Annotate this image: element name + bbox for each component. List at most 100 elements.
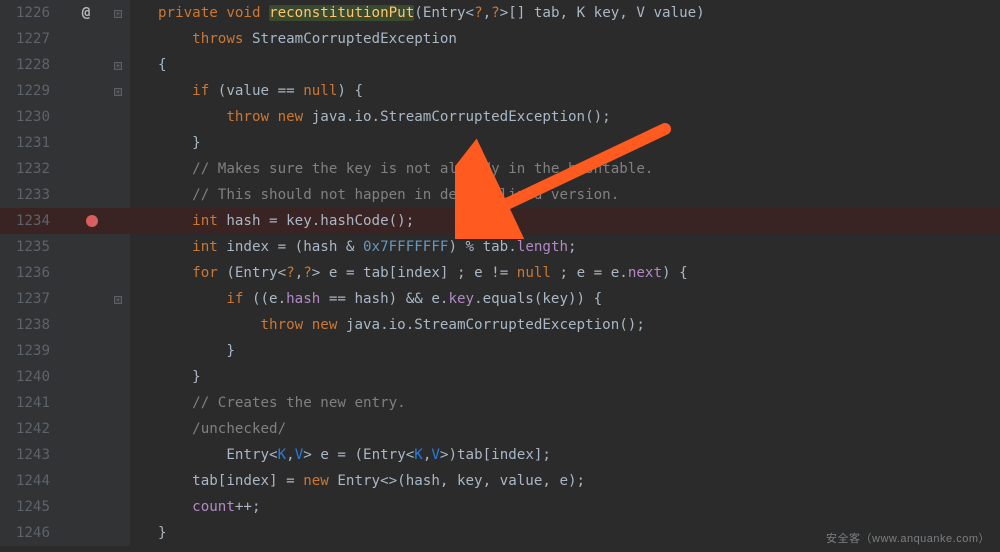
code-line[interactable]: 1231 } [0,130,1000,156]
code-content[interactable]: int hash = key.hashCode(); [130,208,1000,234]
gutter-marker-area[interactable] [60,520,112,546]
fold-gutter[interactable] [112,182,130,208]
code-content[interactable]: tab[index] = new Entry<>(hash, key, valu… [130,468,1000,494]
code-content[interactable]: { [130,52,1000,78]
gutter-marker-area[interactable]: ✓ [60,208,112,234]
token-type: V [295,447,304,463]
fold-gutter[interactable] [112,130,130,156]
code-line[interactable]: 1230 throw new java.io.StreamCorruptedEx… [0,104,1000,130]
code-line[interactable]: 1238 throw new java.io.StreamCorruptedEx… [0,312,1000,338]
code-fold-icon[interactable]: - [114,296,122,304]
code-content[interactable]: } [130,130,1000,156]
gutter-marker-area[interactable] [60,104,112,130]
token-type: V [431,447,440,463]
code-line[interactable]: 1239 } [0,338,1000,364]
gutter-marker-area[interactable] [60,494,112,520]
override-marker-icon[interactable]: @ [82,5,91,21]
fold-gutter[interactable] [112,260,130,286]
code-content[interactable]: if ((e.hash == hash) && e.key.equals(key… [130,286,1000,312]
code-content[interactable]: throw new java.io.StreamCorruptedExcepti… [130,104,1000,130]
code-line[interactable]: 1236 for (Entry<?,?> e = tab[index] ; e … [0,260,1000,286]
token-ident: ; [568,239,577,255]
fold-gutter[interactable] [112,338,130,364]
code-content[interactable]: private void reconstitutionPut(Entry<?,?… [130,0,1000,26]
code-content[interactable]: } [130,338,1000,364]
fold-gutter[interactable]: - [112,52,130,78]
code-content[interactable]: // Creates the new entry. [130,390,1000,416]
code-fold-icon[interactable]: - [114,62,122,70]
code-line[interactable]: 1228-{ [0,52,1000,78]
gutter-marker-area[interactable] [60,442,112,468]
fold-gutter[interactable] [112,494,130,520]
gutter-marker-area[interactable] [60,468,112,494]
line-number: 1244 [0,468,60,494]
code-line[interactable]: 1241 // Creates the new entry. [0,390,1000,416]
fold-gutter[interactable]: - [112,78,130,104]
gutter-marker-area[interactable] [60,390,112,416]
gutter-marker-area[interactable] [60,416,112,442]
gutter-marker-area[interactable] [60,286,112,312]
code-line[interactable]: 1242 /unchecked/ [0,416,1000,442]
fold-gutter[interactable] [112,520,130,546]
code-fold-icon[interactable]: - [114,88,122,96]
code-content[interactable]: // Makes sure the key is not already in … [130,156,1000,182]
code-line[interactable]: 1229- if (value == null) { [0,78,1000,104]
code-line[interactable]: 1245 count++; [0,494,1000,520]
code-content[interactable]: } [130,364,1000,390]
gutter-marker-area[interactable] [60,52,112,78]
code-content[interactable]: Entry<K,V> e = (Entry<K,V>)tab[index]; [130,442,1000,468]
code-line[interactable]: 1237- if ((e.hash == hash) && e.key.equa… [0,286,1000,312]
fold-gutter[interactable] [112,312,130,338]
line-number: 1230 [0,104,60,130]
gutter-marker-area[interactable]: @ [60,0,112,26]
code-content[interactable]: if (value == null) { [130,78,1000,104]
code-content[interactable]: int index = (hash & 0x7FFFFFFF) % tab.le… [130,234,1000,260]
token-cmnt: // Makes sure the key is not already in … [192,161,653,177]
fold-gutter[interactable] [112,390,130,416]
fold-gutter[interactable] [112,208,130,234]
code-line[interactable]: 1244 tab[index] = new Entry<>(hash, key,… [0,468,1000,494]
gutter-marker-area[interactable] [60,338,112,364]
fold-gutter[interactable] [112,416,130,442]
token-kw: void [226,5,269,21]
fold-gutter[interactable] [112,442,130,468]
gutter-marker-area[interactable] [60,26,112,52]
code-line[interactable]: 1243 Entry<K,V> e = (Entry<K,V>)tab[inde… [0,442,1000,468]
gutter-marker-area[interactable] [60,312,112,338]
token-ident: (Entry< [414,5,474,21]
fold-gutter[interactable] [112,234,130,260]
gutter-marker-area[interactable] [60,234,112,260]
code-content[interactable]: count++; [130,494,1000,520]
code-line[interactable]: 1227 throws StreamCorruptedException [0,26,1000,52]
code-line[interactable]: 1240 } [0,364,1000,390]
code-fold-icon[interactable]: - [114,10,122,18]
gutter-marker-area[interactable] [60,130,112,156]
fold-gutter[interactable] [112,26,130,52]
code-content[interactable]: throws StreamCorruptedException [130,26,1000,52]
code-content[interactable]: throw new java.io.StreamCorruptedExcepti… [130,312,1000,338]
code-line[interactable]: 1233 // This should not happen in deseri… [0,182,1000,208]
fold-gutter[interactable]: - [112,0,130,26]
code-line[interactable]: 1232 // Makes sure the key is not alread… [0,156,1000,182]
token-purple: hash [286,291,320,307]
fold-gutter[interactable] [112,364,130,390]
fold-gutter[interactable] [112,468,130,494]
code-content[interactable]: /unchecked/ [130,416,1000,442]
code-editor[interactable]: 1226@-private void reconstitutionPut(Ent… [0,0,1000,552]
gutter-marker-area[interactable] [60,156,112,182]
fold-gutter[interactable]: - [112,286,130,312]
code-content[interactable]: // This should not happen in deserialize… [130,182,1000,208]
fold-gutter[interactable] [112,104,130,130]
code-line[interactable]: 1234✓ int hash = key.hashCode(); [0,208,1000,234]
fold-gutter[interactable] [112,156,130,182]
code-line[interactable]: 1226@-private void reconstitutionPut(Ent… [0,0,1000,26]
gutter-marker-area[interactable] [60,78,112,104]
gutter-marker-area[interactable] [60,260,112,286]
token-ident: ((e. [252,291,286,307]
token-purple: next [628,265,662,281]
gutter-marker-area[interactable] [60,364,112,390]
code-content[interactable]: for (Entry<?,?> e = tab[index] ; e != nu… [130,260,1000,286]
code-line[interactable]: 1235 int index = (hash & 0x7FFFFFFF) % t… [0,234,1000,260]
token-kw: null [303,83,337,99]
gutter-marker-area[interactable] [60,182,112,208]
